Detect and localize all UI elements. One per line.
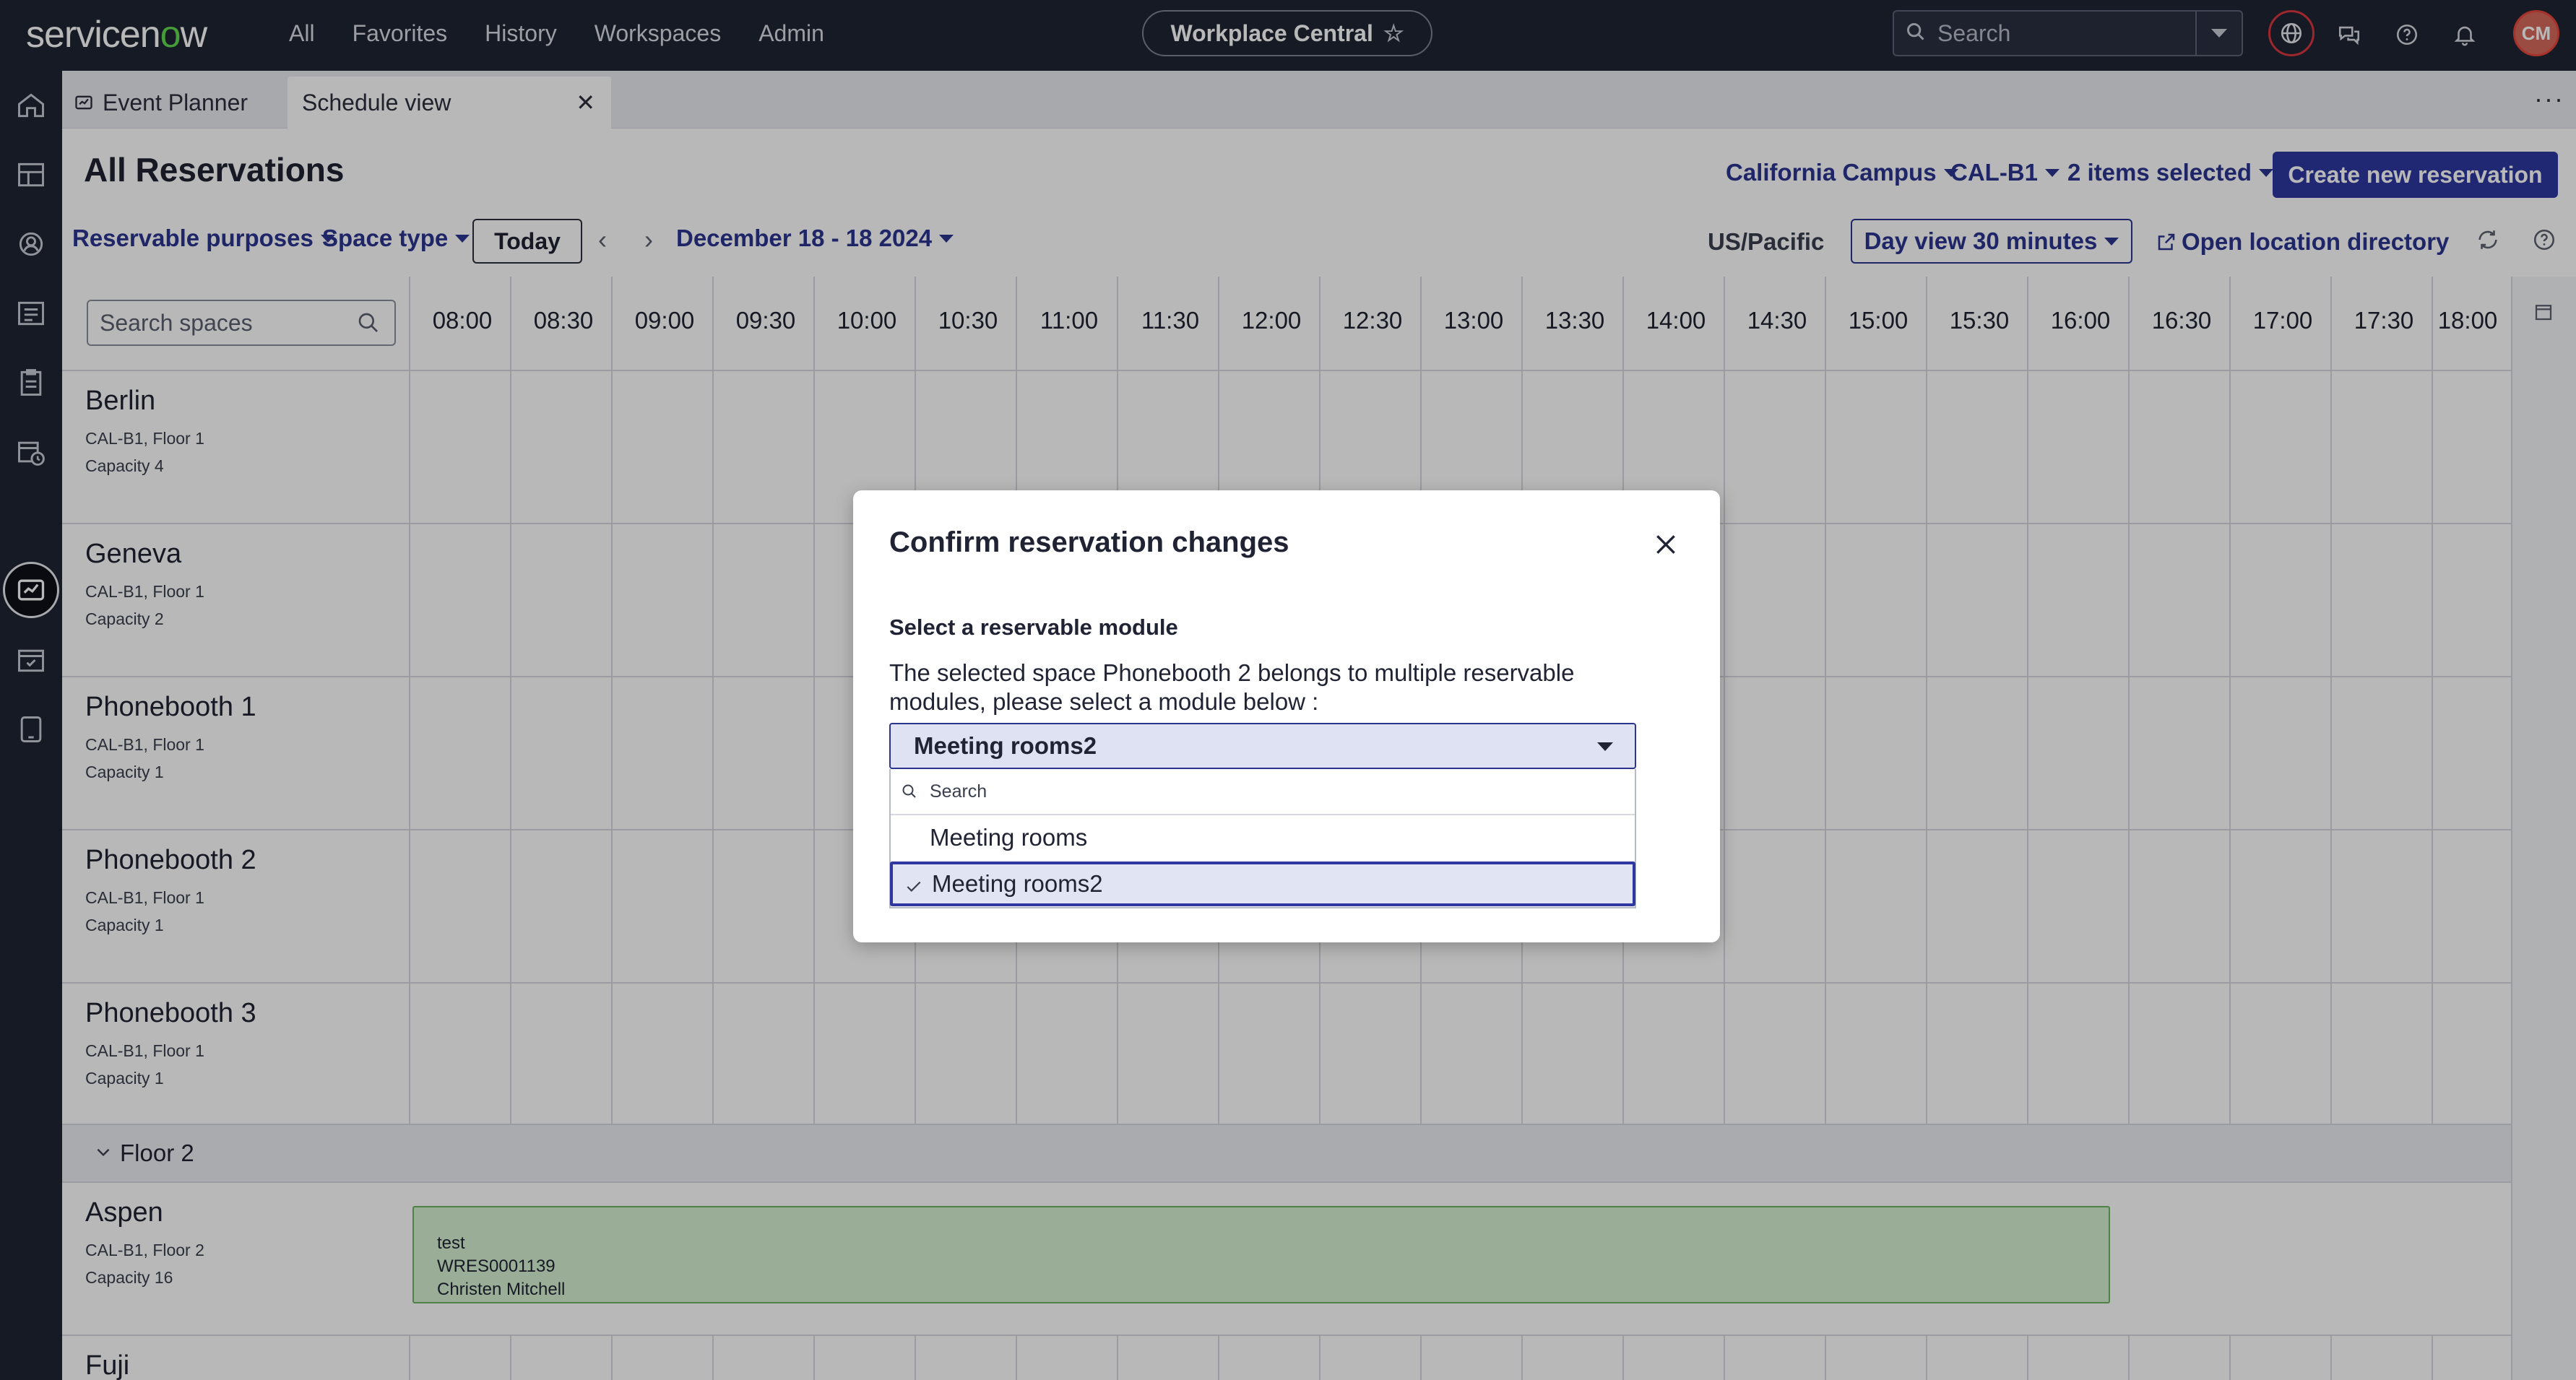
option-label: Meeting rooms2 (932, 870, 1103, 897)
option-meeting-rooms[interactable]: Meeting rooms (891, 815, 1635, 860)
selected-module-value: Meeting rooms2 (914, 732, 1097, 759)
option-meeting-rooms2[interactable]: Meeting rooms2 (890, 862, 1635, 906)
module-select[interactable]: Meeting rooms2 (889, 723, 1636, 769)
close-icon[interactable] (1648, 526, 1684, 563)
checkmark-icon (904, 875, 923, 902)
search-icon (901, 783, 918, 805)
dropdown-search-input[interactable]: Search (891, 769, 1635, 815)
dialog-title: Confirm reservation changes (889, 526, 1289, 558)
option-label: Meeting rooms (930, 824, 1088, 851)
confirm-reservation-dialog: Confirm reservation changes Select a res… (853, 490, 1720, 942)
module-dropdown-panel: Search Meeting rooms Meeting rooms2 (889, 769, 1636, 908)
dialog-subtitle: Select a reservable module (889, 615, 1178, 640)
caret-down-icon (1597, 742, 1613, 751)
dialog-description: The selected space Phonebooth 2 belongs … (889, 659, 1575, 715)
dropdown-search-placeholder: Search (930, 781, 987, 802)
